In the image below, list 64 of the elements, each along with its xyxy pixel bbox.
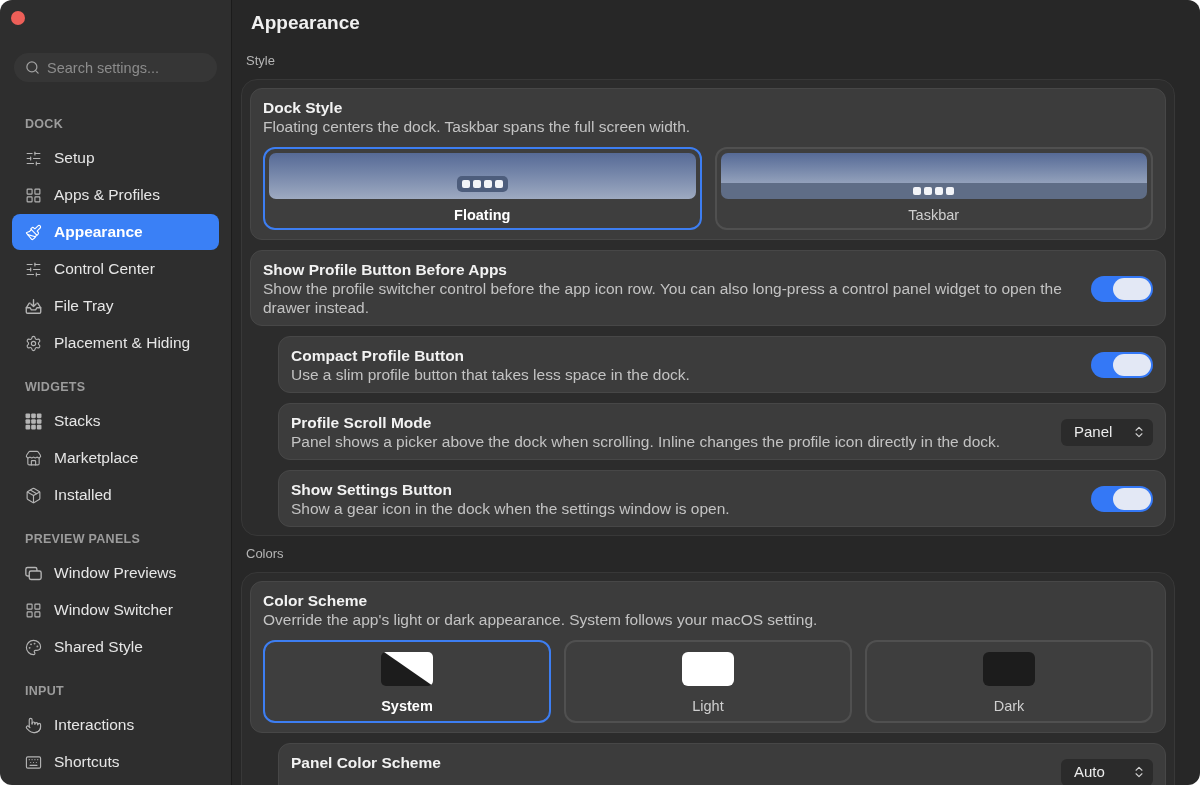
option-tile[interactable]: System (263, 640, 551, 723)
box-icon (25, 486, 42, 504)
hand-pointer-icon (25, 716, 42, 734)
setting-description: Override the app's light or dark appearance. System follows your macOS setting. (263, 610, 819, 629)
sidebar-item[interactable]: Interactions (12, 707, 219, 743)
close-button[interactable] (11, 11, 25, 25)
paintbrush-icon (25, 223, 42, 241)
dot-grid-icon (25, 412, 42, 430)
sidebar-item[interactable]: Apps & Profiles (12, 177, 219, 213)
sidebar-item[interactable]: Shortcuts (12, 744, 219, 780)
page-title: Appearance (251, 11, 361, 35)
sidebar-item[interactable]: Window Previews (12, 555, 219, 591)
option-tile[interactable]: Taskbar (714, 147, 1153, 230)
setting-description: Panel shows a picker above the dock when scrolling. Inline changes the profile icon directly in the dock. (291, 432, 1002, 451)
setting-title: Panel Color Scheme (291, 753, 442, 772)
sidebar-item[interactable]: Installed (12, 477, 219, 513)
section-label: Style (246, 53, 276, 69)
sidebar-item[interactable]: Window Switcher (12, 592, 219, 628)
sidebar-item[interactable]: Setup (12, 140, 219, 176)
toggle-switch[interactable] (1091, 275, 1153, 302)
gear-icon (25, 334, 42, 352)
setting-description: Use a slim profile button that takes less space in the dock. (291, 365, 691, 384)
sidebar-item[interactable]: File Tray (12, 288, 219, 324)
sidebar-item[interactable]: Control Center (12, 251, 219, 287)
sidebar-item[interactable]: Shared Style (12, 629, 219, 665)
option-tile[interactable]: Dark (865, 640, 1153, 723)
setting-title: Color Scheme (263, 591, 369, 610)
setting-description: Floating centers the dock. Taskbar spans the full screen width. (263, 117, 692, 136)
windows-icon (25, 564, 42, 582)
toggle-switch[interactable] (1091, 486, 1153, 512)
section-header: WIDGETS (25, 379, 87, 395)
split-swatch-icon (381, 652, 433, 686)
palette-icon (25, 638, 42, 656)
option-tile[interactable]: Floating (263, 147, 702, 230)
dropdown[interactable]: Panel (1061, 418, 1153, 446)
search-field[interactable]: Search settings... (14, 53, 217, 82)
setting-title: Show Profile Button Before Apps (263, 260, 508, 279)
grid-icon (25, 186, 42, 204)
setting-title: Profile Scroll Mode (291, 413, 433, 432)
sidebar-item[interactable]: Stacks (12, 403, 219, 439)
swatch-icon (983, 652, 1035, 686)
storefront-icon (25, 449, 42, 467)
setting-title: Show Settings Button (291, 480, 453, 499)
grid-icon (25, 601, 42, 619)
sidebar-item[interactable]: Marketplace (12, 440, 219, 476)
setting-description: Show a gear icon in the dock when the settings window is open. (291, 499, 731, 518)
swatch-icon (682, 652, 734, 686)
setting-title: Dock Style (263, 98, 344, 117)
section-label: Colors (246, 546, 285, 562)
search-icon (25, 60, 40, 75)
dropdown[interactable]: Auto (1061, 758, 1153, 785)
toggle-switch[interactable] (1091, 352, 1153, 378)
setting-description: Show the profile switcher control before the app icon row. You can also long-press a control panel widget to open the drawer instead. (263, 279, 1063, 317)
sidebar-item[interactable]: Appearance (12, 214, 219, 250)
setting-title: Compact Profile Button (291, 346, 466, 365)
section-header: INPUT (25, 683, 65, 699)
tray-download-icon (25, 297, 42, 315)
keyboard-icon (25, 753, 42, 771)
section-header: DOCK (25, 116, 64, 132)
option-tile[interactable]: Light (564, 640, 852, 723)
section-header: PREVIEW PANELS (25, 531, 142, 547)
sidebar-item[interactable]: Placement & Hiding (12, 325, 219, 361)
sliders-icon (25, 149, 42, 167)
sliders-icon (25, 260, 42, 278)
